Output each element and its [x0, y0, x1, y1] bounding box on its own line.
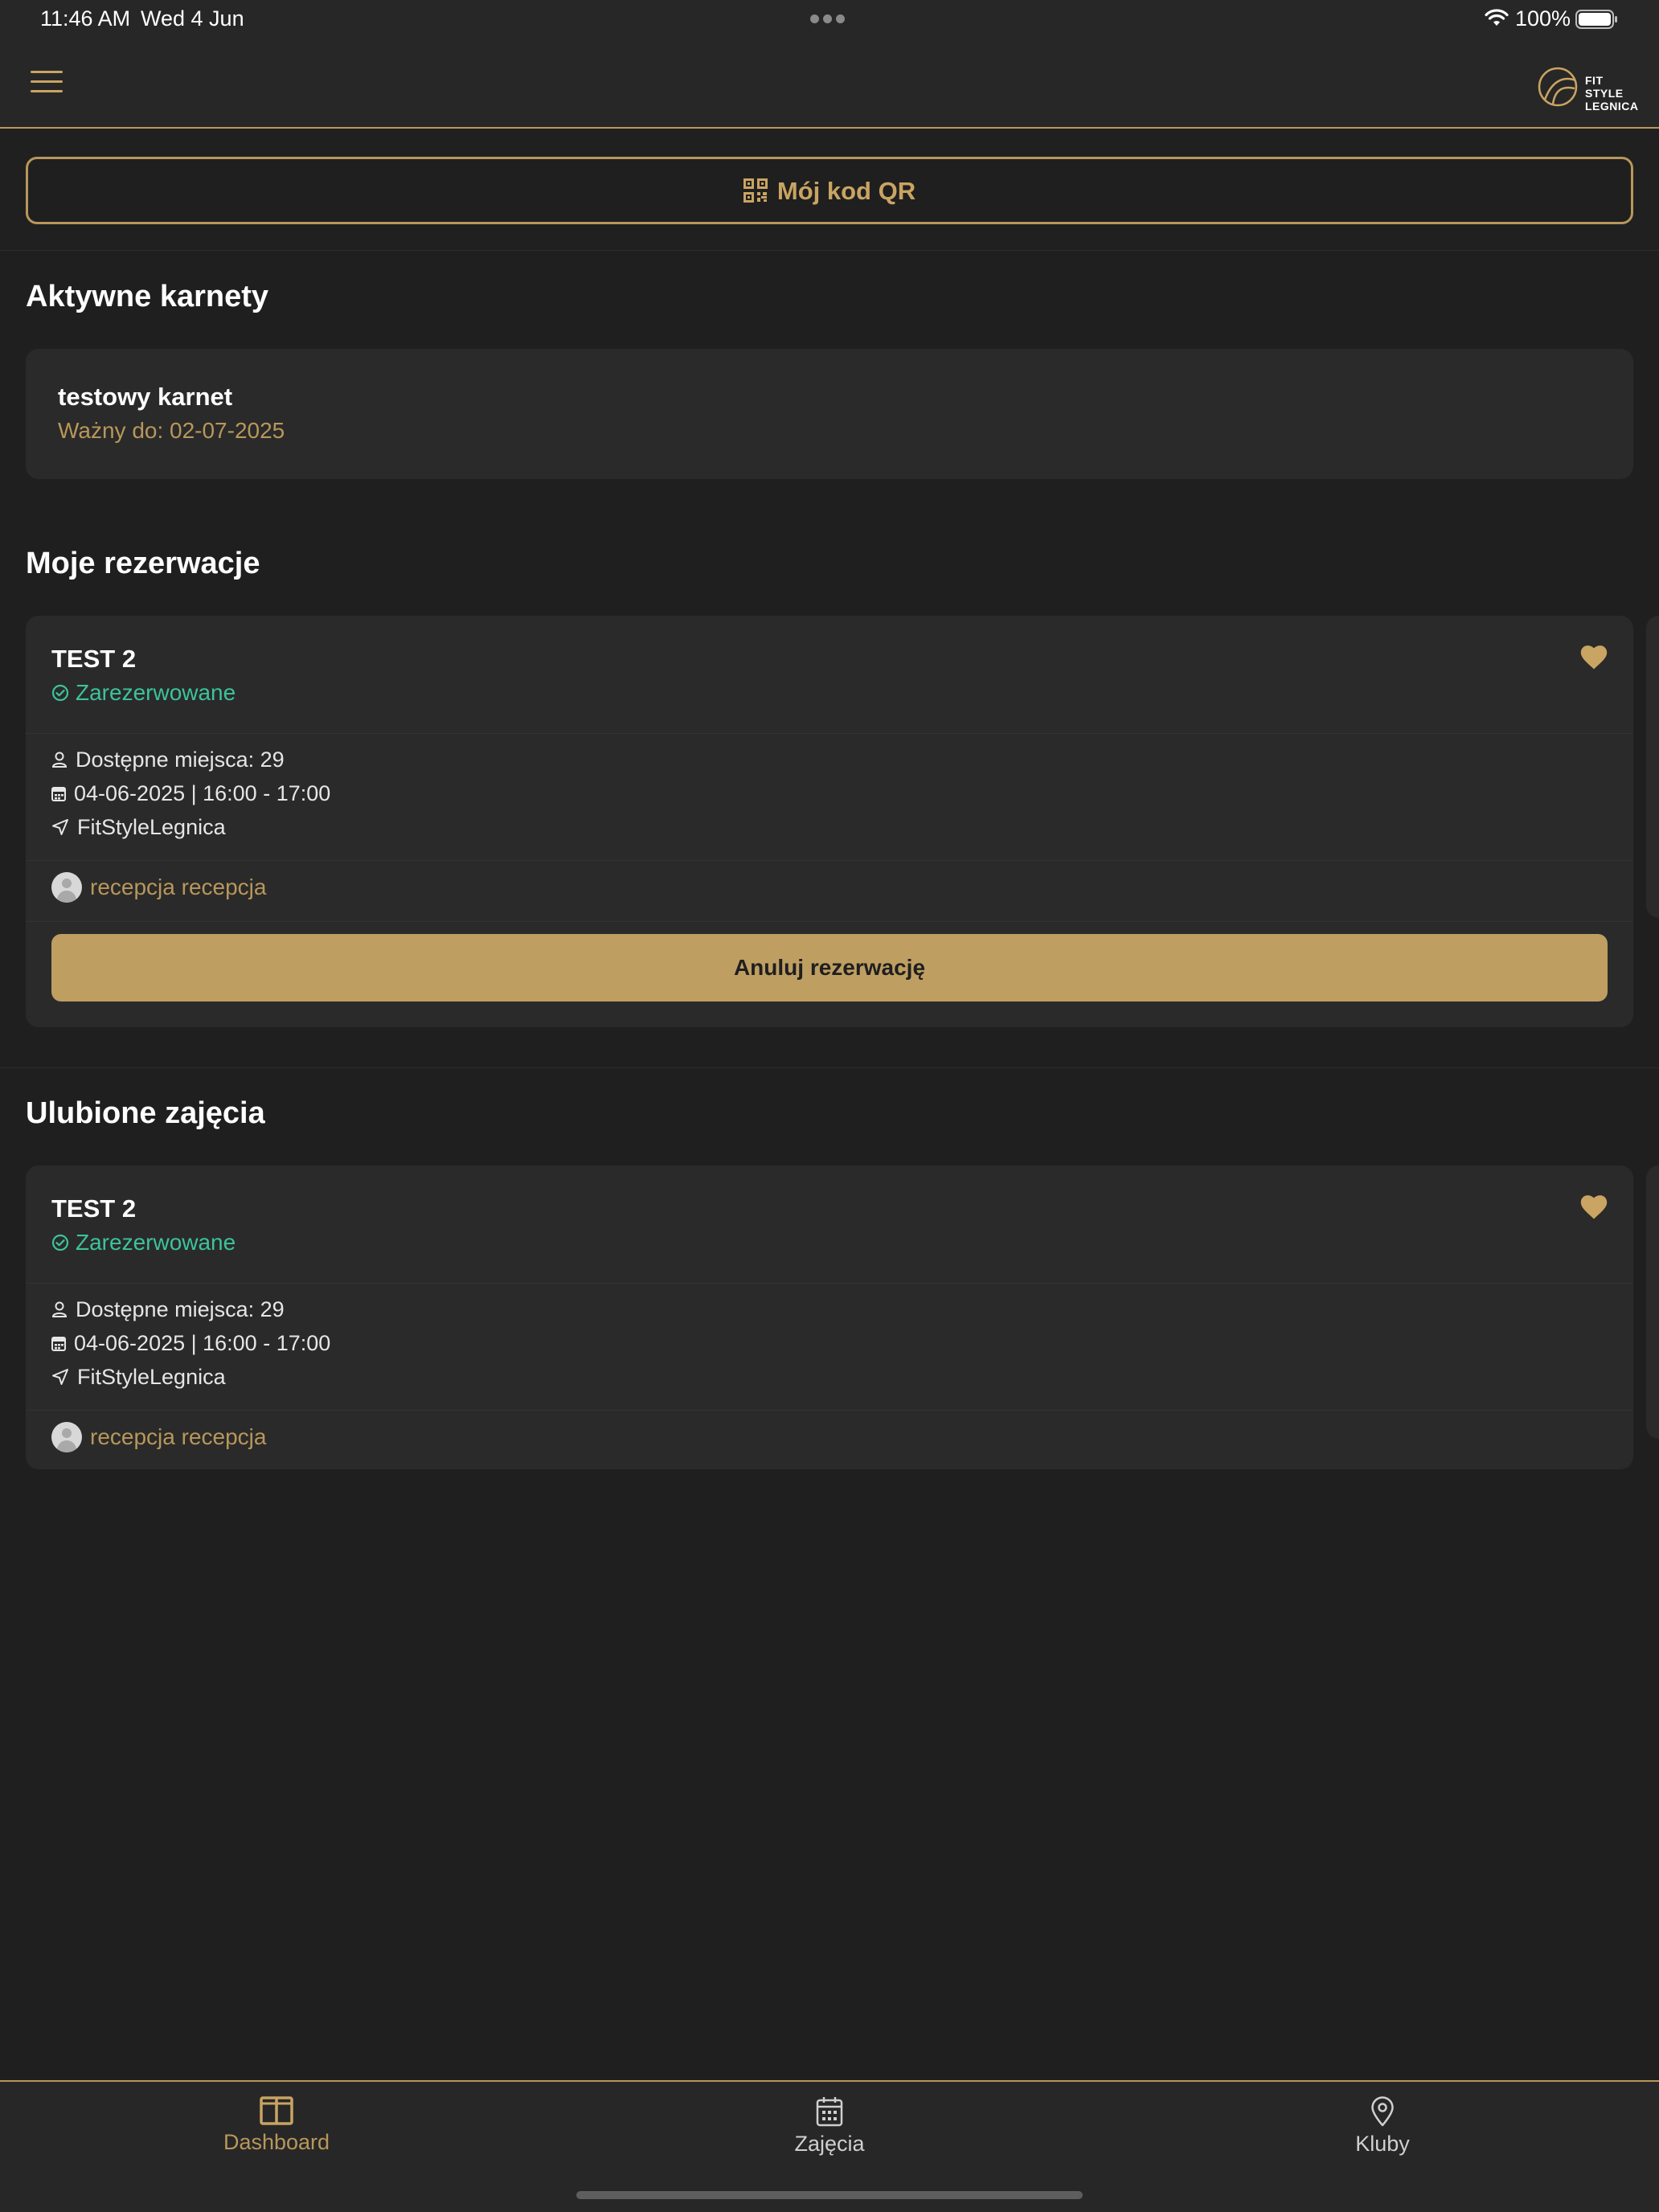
status-date: Wed 4 Jun: [141, 6, 244, 31]
calendar-icon: [816, 2097, 843, 2127]
tab-zajecia[interactable]: Zajęcia: [709, 2096, 950, 2157]
divider: [26, 921, 1633, 922]
location-row: FitStyleLegnica: [51, 815, 226, 840]
logo-mark-icon: [1538, 67, 1578, 107]
hamburger-menu-icon[interactable]: [31, 71, 63, 95]
avatar: [51, 871, 82, 903]
booking-class-name: TEST 2: [51, 645, 137, 673]
instructor-link[interactable]: recepcja recepcja: [51, 1421, 267, 1452]
qr-code-icon: [743, 178, 768, 203]
available-spots-row: Dostępne miejsca: 29: [51, 748, 285, 772]
divider: [26, 733, 1633, 734]
wifi-icon: [1485, 9, 1509, 26]
section-divider: [0, 1067, 1659, 1068]
available-spots-row: Dostępne miejsca: 29: [51, 1297, 285, 1322]
check-circle-icon: [51, 1234, 69, 1251]
check-circle-icon: [51, 684, 69, 701]
location-pin-icon: [1371, 2096, 1394, 2127]
instructor-name: recepcja recepcja: [90, 875, 267, 899]
qr-button-label: Mój kod QR: [776, 177, 916, 205]
divider: [26, 860, 1633, 861]
datetime-text: 04-06-2025 | 16:00 - 17:00: [74, 1331, 331, 1355]
status-time: 11:46 AM: [40, 6, 131, 31]
cancel-booking-button[interactable]: Anuluj rezerwację: [51, 934, 1608, 1002]
instructor-name: recepcja recepcja: [90, 1424, 267, 1449]
home-indicator[interactable]: [576, 2191, 1083, 2199]
datetime-row: 04-06-2025 | 16:00 - 17:00: [51, 1331, 330, 1356]
logo-text: FIT STYLE LEGNICA: [1585, 74, 1639, 113]
dashboard-icon: [260, 2096, 293, 2125]
datetime-text: 04-06-2025 | 16:00 - 17:00: [74, 781, 331, 805]
qr-section: Mój kod QR: [0, 130, 1659, 251]
bottom-tab-bar: Dashboard Zajęcia Kluby: [0, 2080, 1659, 2212]
tab-label: Kluby: [1355, 2132, 1410, 2156]
my-qr-code-button[interactable]: Mój kod QR: [26, 157, 1633, 224]
favorite-heart-icon[interactable]: [1579, 643, 1609, 670]
datetime-row: 04-06-2025 | 16:00 - 17:00: [51, 781, 330, 806]
avatar: [51, 1421, 82, 1452]
tab-dashboard[interactable]: Dashboard: [156, 2096, 397, 2155]
pass-valid-until: Ważny do: 02-07-2025: [58, 418, 285, 443]
calendar-icon: [51, 786, 66, 801]
available-spots-text: Dostępne miejsca: 29: [76, 1297, 285, 1321]
divider: [26, 1410, 1633, 1411]
favorite-class-name: TEST 2: [51, 1194, 137, 1223]
favorite-class-card[interactable]: TEST 2 Zarezerwowane Dostępne miejsca: 2…: [26, 1165, 1633, 1469]
pass-card[interactable]: testowy karnet Ważny do: 02-07-2025: [26, 349, 1633, 479]
favorite-class-status-label: Zarezerwowane: [76, 1230, 236, 1255]
favorite-heart-icon[interactable]: [1579, 1193, 1609, 1220]
available-spots-text: Dostępne miejsca: 29: [76, 748, 285, 772]
status-bar: 11:46 AM Wed 4 Jun 100%: [0, 0, 1659, 39]
pass-name: testowy karnet: [58, 383, 233, 411]
my-bookings-title: Moje rezerwacje: [26, 547, 260, 580]
tab-kluby[interactable]: Kluby: [1262, 2096, 1503, 2157]
divider: [26, 1283, 1633, 1284]
app-header: FIT STYLE LEGNICA: [0, 39, 1659, 129]
logo-line-2: LEGNICA: [1585, 100, 1639, 113]
navigation-arrow-icon: [52, 1368, 68, 1385]
location-text: FitStyleLegnica: [77, 1365, 226, 1389]
favorite-class-status: Zarezerwowane: [51, 1230, 236, 1256]
fit-style-logo: FIT STYLE LEGNICA: [1537, 66, 1638, 113]
location-text: FitStyleLegnica: [77, 815, 226, 839]
person-icon: [51, 752, 68, 768]
location-row: FitStyleLegnica: [51, 1365, 226, 1390]
person-icon: [51, 1301, 68, 1317]
multitasking-dots-icon[interactable]: [810, 13, 849, 24]
tab-label: Zajęcia: [794, 2132, 865, 2156]
booking-status-label: Zarezerwowane: [76, 680, 236, 705]
next-booking-card-peek[interactable]: [1646, 616, 1659, 918]
navigation-arrow-icon: [52, 818, 68, 835]
calendar-icon: [51, 1336, 66, 1351]
favorite-classes-title: Ulubione zajęcia: [26, 1096, 265, 1130]
instructor-link[interactable]: recepcja recepcja: [51, 871, 267, 903]
booking-card[interactable]: TEST 2 Zarezerwowane Dostępne miejsca: 2…: [26, 616, 1633, 1027]
logo-line-1: FIT STYLE: [1585, 74, 1624, 100]
battery-percent: 100%: [1515, 6, 1571, 31]
tab-label: Dashboard: [223, 2130, 330, 2154]
battery-icon: [1575, 10, 1617, 29]
active-passes-title: Aktywne karnety: [26, 280, 269, 313]
next-favorite-card-peek[interactable]: [1646, 1165, 1659, 1439]
booking-status: Zarezerwowane: [51, 680, 236, 706]
